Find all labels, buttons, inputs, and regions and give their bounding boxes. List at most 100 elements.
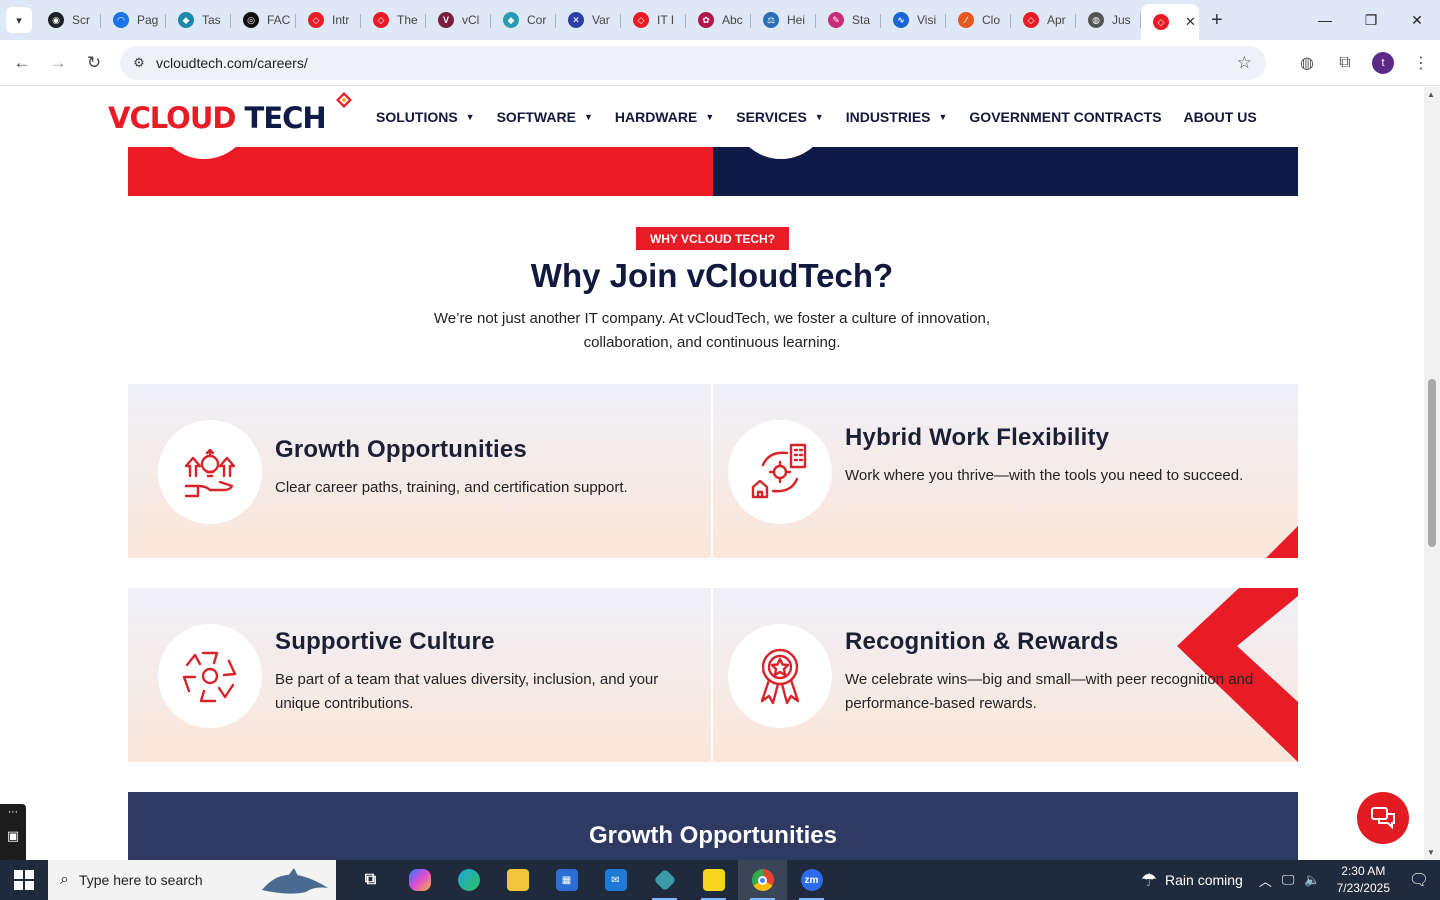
- search-highlight-dolphin-icon: [262, 868, 328, 894]
- tab-favicon-icon: ◇: [1023, 12, 1039, 28]
- site-logo[interactable]: VCLOUD TECH: [108, 92, 352, 135]
- camera-icon[interactable]: ▣: [0, 822, 26, 849]
- browser-tab[interactable]: ◍ Jus: [1076, 4, 1141, 36]
- nav-item-label: SERVICES: [736, 109, 807, 125]
- tab-title: IT I: [657, 13, 675, 27]
- chat-icon: [1371, 807, 1395, 830]
- browser-tab[interactable]: ✕ Var: [556, 4, 621, 36]
- scroll-down-icon[interactable]: ▼: [1427, 848, 1435, 857]
- windows-logo-icon: [14, 870, 34, 890]
- chevron-down-icon: ▼: [583, 112, 593, 122]
- chrome-icon[interactable]: [738, 860, 787, 900]
- new-tab-button[interactable]: +: [1211, 9, 1223, 32]
- card-corner-decoration: [1266, 526, 1298, 558]
- back-icon[interactable]: ←: [4, 45, 40, 81]
- notifications-icon[interactable]: 🗨: [1404, 870, 1434, 890]
- browser-tab[interactable]: ◇ The: [361, 4, 426, 36]
- card-description: Work where you thrive—with the tools you…: [845, 467, 1244, 484]
- section-intro: We’re not just another IT company. At vC…: [433, 310, 991, 351]
- tab-favicon-icon: ◆: [503, 12, 519, 28]
- scroll-thumb[interactable]: [1428, 379, 1436, 547]
- tab-favicon-icon: ◎: [243, 12, 259, 28]
- growth-icon: [158, 420, 262, 524]
- nav-item[interactable]: ABOUT US: [1184, 109, 1257, 125]
- minimize-icon[interactable]: —: [1302, 0, 1348, 40]
- chat-button[interactable]: [1357, 792, 1409, 844]
- forward-icon[interactable]: →: [40, 45, 76, 81]
- browser-tab[interactable]: ◆ Cor: [491, 4, 556, 36]
- reload-icon[interactable]: ↻: [76, 45, 112, 81]
- extensions-icon[interactable]: ⧉: [1326, 54, 1364, 72]
- browser-tab[interactable]: VvCl: [426, 4, 491, 36]
- show-hidden-icons-icon[interactable]: ︿: [1259, 871, 1272, 890]
- profile-avatar[interactable]: t: [1372, 52, 1394, 74]
- page-viewport: VCLOUD TECH SOLUTIONS ▼ SOFTWARE ▼ HARDWARE ▼…: [0, 87, 1424, 860]
- menu-kebab-icon[interactable]: ⋮: [1402, 53, 1440, 73]
- taskbar-clock[interactable]: 2:30 AM 7/23/2025: [1337, 863, 1390, 897]
- browser-tab[interactable]: ◇ IT I: [621, 4, 686, 36]
- tab-title: Hei: [787, 13, 806, 27]
- card-description: Clear career paths, training, and certif…: [275, 479, 628, 496]
- nav-item[interactable]: SOLUTIONS ▼: [376, 109, 475, 125]
- url-text[interactable]: vcloudtech.com/careers/: [156, 55, 308, 71]
- browser-tab[interactable]: ◇ Intr: [296, 4, 361, 36]
- browser-tab[interactable]: ⚖ Hei: [751, 4, 816, 36]
- nav-item-label: SOFTWARE: [496, 109, 576, 125]
- browser-tab[interactable]: ∿ Visi: [881, 4, 946, 36]
- award-ribbon-icon: [728, 624, 832, 728]
- browser-tab[interactable]: ◆ Tas: [166, 4, 231, 36]
- close-tab-icon[interactable]: ✕: [1185, 14, 1196, 30]
- more-icon[interactable]: ⋯: [0, 804, 26, 822]
- browser-tab[interactable]: ◇ Apr: [1011, 4, 1076, 36]
- zoom-icon[interactable]: zm: [787, 860, 836, 900]
- card-description: We celebrate wins—big and small—with pee…: [845, 671, 1254, 712]
- browser-tab[interactable]: ✎ Sta: [816, 4, 881, 36]
- weather-widget[interactable]: ☂ Rain coming: [1141, 870, 1243, 891]
- browser-tab[interactable]: ∕ Clo: [946, 4, 1011, 36]
- tab-search-button[interactable]: ▾: [6, 7, 32, 33]
- store-icon[interactable]: ▦: [542, 860, 591, 900]
- restore-icon[interactable]: ❐: [1348, 0, 1394, 40]
- browser-tab-active[interactable]: ◇ ✕: [1141, 4, 1199, 40]
- card-title: Supportive Culture: [275, 628, 495, 655]
- nav-item[interactable]: INDUSTRIES ▼: [846, 109, 948, 125]
- translate-icon[interactable]: ◍: [1288, 53, 1326, 73]
- page-scrollbar[interactable]: ▲ ▼: [1424, 87, 1440, 860]
- browser-tab[interactable]: ◠ Pag: [101, 4, 166, 36]
- site-info-icon[interactable]: ⚙: [124, 55, 154, 71]
- video-icon[interactable]: ■: [0, 849, 26, 860]
- card-hybrid-work: Hybrid Work Flexibility Work where you t…: [713, 384, 1298, 558]
- nav-item[interactable]: GOVERNMENT CONTRACTS: [969, 109, 1161, 125]
- task-view-icon[interactable]: ⧉: [346, 860, 395, 900]
- browser-tab[interactable]: ◎ FAC: [231, 4, 296, 36]
- copilot-icon[interactable]: [395, 860, 444, 900]
- volume-icon[interactable]: 🔈: [1304, 872, 1320, 888]
- tab-title: FAC: [267, 13, 291, 27]
- tab-favicon-icon: ✕: [568, 12, 584, 28]
- close-window-icon[interactable]: ✕: [1394, 0, 1440, 40]
- card-supportive-culture: Supportive Culture Be part of a team tha…: [128, 588, 711, 762]
- tab-title: The: [397, 13, 418, 27]
- search-icon: ⌕: [60, 871, 69, 888]
- network-icon[interactable]: 🖵: [1282, 872, 1295, 888]
- address-bar[interactable]: ⚙ vcloudtech.com/careers/ ☆: [120, 46, 1266, 80]
- mail-icon[interactable]: ✉: [591, 860, 640, 900]
- taskbar-search[interactable]: ⌕ Type here to search: [48, 860, 336, 900]
- card-title: Hybrid Work Flexibility: [845, 424, 1110, 451]
- browser-tab[interactable]: ✿ Abc: [686, 4, 751, 36]
- nav-item[interactable]: HARDWARE ▼: [615, 109, 714, 125]
- windows-start-button[interactable]: [0, 860, 48, 900]
- file-explorer-icon[interactable]: [493, 860, 542, 900]
- nav-item-label: HARDWARE: [614, 109, 698, 125]
- nav-item[interactable]: SOFTWARE ▼: [497, 109, 593, 125]
- main-navigation: SOLUTIONS ▼ SOFTWARE ▼ HARDWARE ▼ SERVICES ▼ IND…: [376, 109, 1257, 125]
- nav-item[interactable]: SERVICES ▼: [736, 109, 823, 125]
- scroll-up-icon[interactable]: ▲: [1427, 90, 1435, 99]
- sticky-notes-icon[interactable]: [689, 860, 738, 900]
- growth-band: Growth Opportunities: [128, 792, 1298, 860]
- bookmark-star-icon[interactable]: ☆: [1237, 53, 1252, 73]
- browser-tab[interactable]: ◉ Scr: [36, 4, 101, 36]
- app-diamond-icon[interactable]: [640, 860, 689, 900]
- section-heading: Why Join vCloudTech?: [530, 257, 894, 294]
- edge-icon[interactable]: [444, 860, 493, 900]
